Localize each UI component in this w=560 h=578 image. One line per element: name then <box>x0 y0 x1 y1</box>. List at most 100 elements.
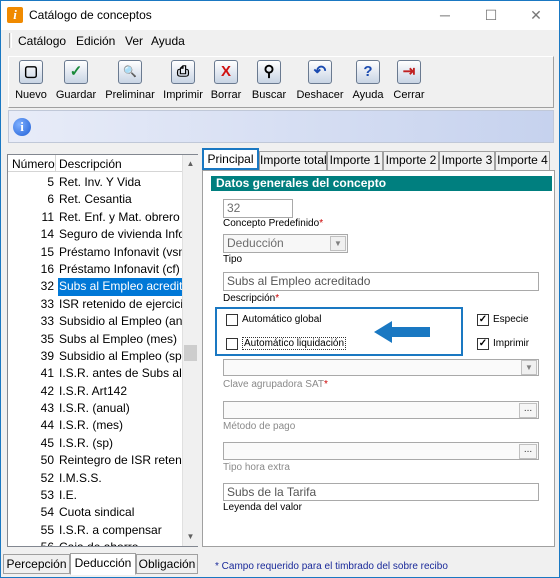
help-button[interactable]: ? Ayuda <box>350 60 386 106</box>
chevron-down-icon[interactable]: ▼ <box>330 236 346 251</box>
tab-importe-total[interactable]: Importe total <box>259 151 327 170</box>
table-row[interactable]: 39 Subsidio al Empleo (sp) <box>8 348 182 365</box>
menu-catalogo[interactable]: Catálogo <box>18 34 66 48</box>
tipo-hora-label: Tipo hora extra <box>223 462 290 473</box>
row-description: Ret. Inv. Y Vida <box>59 175 141 189</box>
scroll-thumb[interactable] <box>184 345 197 361</box>
table-row[interactable]: 16 Préstamo Infonavit (cf) <box>8 261 182 278</box>
new-button[interactable]: ▢ Nuevo <box>12 60 50 106</box>
binoculars-icon: ⚲ <box>257 60 281 84</box>
row-description: ISR retenido de ejercicio anterior <box>59 296 182 311</box>
table-row[interactable]: 15 Préstamo Infonavit (vsm) <box>8 244 182 261</box>
table-row[interactable]: 6 Ret. Cesantia <box>8 191 182 208</box>
browse-metodo-button[interactable]: ... <box>519 403 537 418</box>
info-icon[interactable]: i <box>13 118 31 136</box>
table-row[interactable]: 32 Subs al Empleo acreditado <box>8 278 182 296</box>
table-row[interactable]: 54 Cuota sindical <box>8 504 182 521</box>
row-description: I.S.R. (sp) <box>59 435 114 450</box>
close-button[interactable]: ✕ <box>513 1 559 30</box>
row-description: I.M.S.S. <box>59 470 102 485</box>
minimize-button[interactable]: ─ <box>422 1 468 30</box>
table-row[interactable]: 45 I.S.R. (sp) <box>8 435 182 452</box>
menu-ayuda[interactable]: Ayuda <box>151 34 185 48</box>
maximize-button[interactable]: ☐ <box>468 1 514 30</box>
tab-importe-1[interactable]: Importe 1 <box>327 151 383 170</box>
table-row[interactable]: 35 Subs al Empleo (mes) <box>8 331 182 348</box>
table-row[interactable]: 53 I.E. <box>8 487 182 504</box>
tab-principal[interactable]: Principal <box>202 148 259 170</box>
row-number: 45 <box>40 435 54 450</box>
tab-percepcion[interactable]: Percepción <box>3 554 70 574</box>
delete-button[interactable]: X Borrar <box>208 60 244 106</box>
table-row[interactable]: 33 ISR retenido de ejercicio anterior <box>8 296 182 313</box>
table-row[interactable]: 33 Subsidio al Empleo (anual) <box>8 313 182 330</box>
row-description: Seguro de vivienda Infonavit <box>59 227 182 242</box>
descripcion-field[interactable]: Subs al Empleo acreditado <box>223 272 539 291</box>
row-description: I.S.R. (mes) <box>59 418 124 433</box>
arrow-left-icon <box>374 321 430 343</box>
tipo-label: Tipo <box>223 254 243 265</box>
tab-importe-4[interactable]: Importe 4 <box>495 151 550 170</box>
row-number: 16 <box>40 261 54 276</box>
table-row[interactable]: 43 I.S.R. (anual) <box>8 400 182 417</box>
especie-checkbox[interactable]: ✓ <box>477 314 489 326</box>
tab-importe-3[interactable]: Importe 3 <box>439 151 495 170</box>
especie-label[interactable]: Especie <box>493 314 529 325</box>
table-row[interactable]: 42 I.S.R. Art142 <box>8 383 182 400</box>
metodo-pago-field[interactable]: ... <box>223 401 539 419</box>
descripcion-label-text: Descripción <box>223 293 276 304</box>
list-rows: 5 Ret. Inv. Y Vida 6 Ret. Cesantia 11 Ret. En… <box>8 174 182 546</box>
imprimir-checkbox[interactable]: ✓ <box>477 338 489 350</box>
preview-label: Preliminar <box>105 89 155 101</box>
leyenda-field[interactable]: Subs de la Tarifa <box>223 483 539 501</box>
new-label: Nuevo <box>15 89 47 101</box>
printer-icon: ⎙ <box>171 60 195 84</box>
detail-tabs: Principal Importe total Importe 1 Import… <box>202 148 552 170</box>
tab-importe-2[interactable]: Importe 2 <box>383 151 439 170</box>
section-title: Datos generales del concepto <box>211 176 552 191</box>
menu-edicion[interactable]: Edición <box>76 34 115 48</box>
row-description: Caja de ahorro <box>58 539 182 546</box>
table-row[interactable]: 5 Ret. Inv. Y Vida <box>8 174 182 191</box>
table-row[interactable]: 41 I.S.R. antes de Subs al Empleo <box>8 365 182 382</box>
close-form-button[interactable]: ⇥ Cerrar <box>391 60 427 106</box>
list-header: Número Descripción <box>8 155 182 172</box>
tab-obligacion[interactable]: Obligación <box>136 554 198 574</box>
search-button[interactable]: ⚲ Buscar <box>249 60 289 106</box>
row-number: 14 <box>40 227 54 242</box>
tab-deduccion[interactable]: Deducción <box>70 553 136 575</box>
row-number: 54 <box>40 505 54 520</box>
scroll-up-icon[interactable]: ▲ <box>183 155 198 172</box>
row-number: 11 <box>41 209 54 224</box>
print-button[interactable]: ⎙ Imprimir <box>159 60 207 106</box>
clave-sat-select[interactable]: ▼ <box>223 359 539 376</box>
preview-button[interactable]: 🔍 Preliminar <box>105 60 155 106</box>
list-scrollbar[interactable]: ▲ ▼ <box>182 155 198 546</box>
table-row[interactable]: 52 I.M.S.S. <box>8 470 182 487</box>
scroll-down-icon[interactable]: ▼ <box>183 528 198 545</box>
table-row[interactable]: 44 I.S.R. (mes) <box>8 417 182 434</box>
column-divider[interactable] <box>55 155 56 172</box>
column-header-description[interactable]: Descripción <box>59 157 122 171</box>
table-row[interactable]: 14 Seguro de vivienda Infonavit <box>8 226 182 243</box>
concepto-field[interactable]: 32 <box>223 199 293 218</box>
column-header-number[interactable]: Número <box>12 157 55 171</box>
tipo-select[interactable]: Deducción ▼ <box>223 234 348 253</box>
leyenda-label: Leyenda del valor <box>223 502 302 513</box>
undo-button[interactable]: ↶ Deshacer <box>295 60 345 106</box>
table-row[interactable]: 56 Caja de ahorro <box>8 539 182 546</box>
row-number: 5 <box>47 175 54 189</box>
table-row[interactable]: 55 I.S.R. a compensar <box>8 522 182 539</box>
table-row[interactable]: 11 Ret. Enf. y Mat. obrero <box>8 209 182 226</box>
row-description: I.S.R. Art142 <box>59 383 128 398</box>
save-button[interactable]: ✓ Guardar <box>53 60 99 106</box>
imprimir-label[interactable]: Imprimir <box>493 338 529 349</box>
browse-tipo-hora-button[interactable]: ... <box>519 444 537 459</box>
clave-sat-label: Clave agrupadora SAT* <box>223 379 328 390</box>
menu-grip <box>9 33 12 48</box>
tipo-hora-field[interactable]: ... <box>223 442 539 460</box>
tipo-value: Deducción <box>227 236 284 250</box>
chevron-down-icon[interactable]: ▼ <box>521 360 537 375</box>
table-row[interactable]: 50 Reintegro de ISR retenido <box>8 452 182 469</box>
menu-ver[interactable]: Ver <box>125 34 143 48</box>
